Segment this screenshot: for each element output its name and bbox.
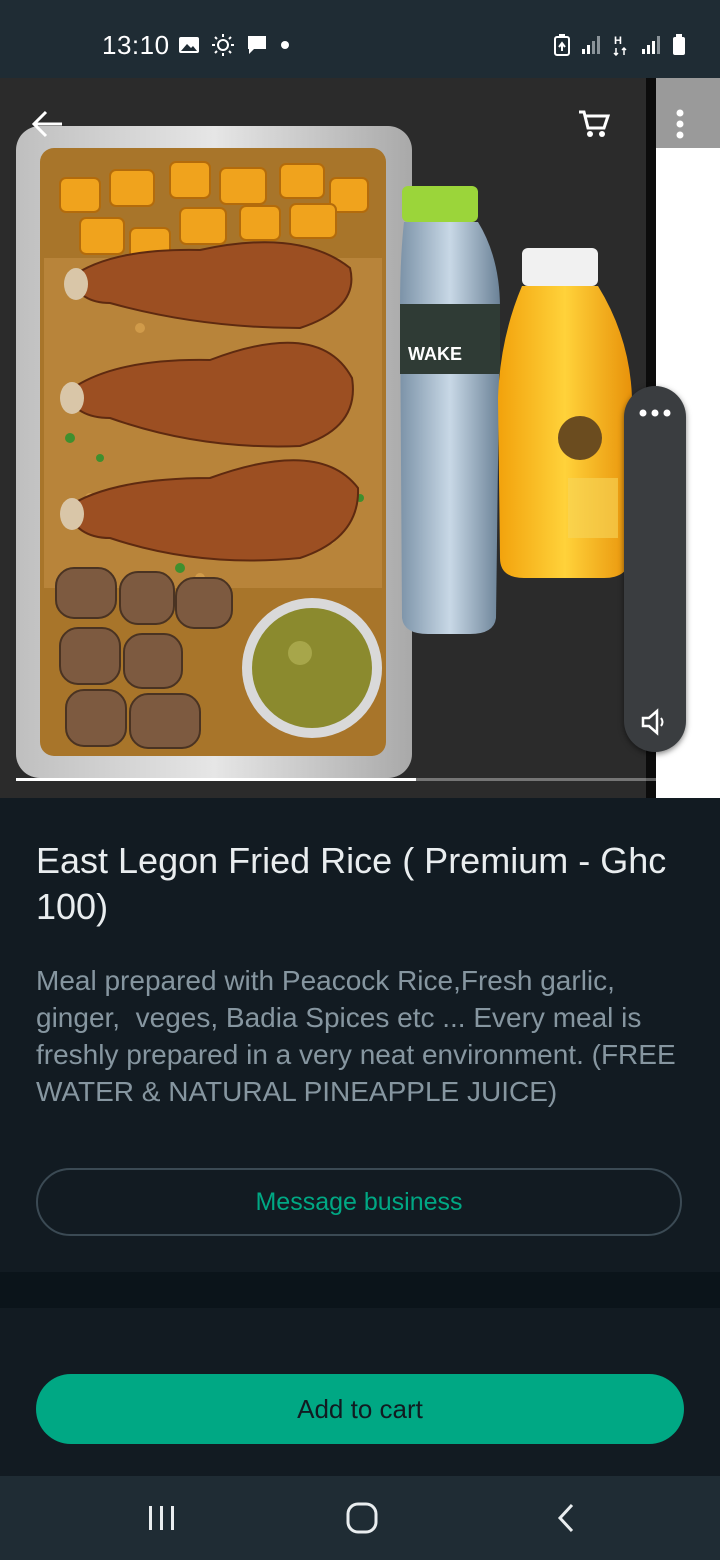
message-business-button[interactable]: Message business (36, 1168, 682, 1236)
recents-icon (149, 1506, 174, 1530)
chevron-left-icon (557, 1503, 574, 1533)
signal-icon (582, 36, 600, 54)
status-bar: 13:10 H (0, 0, 720, 78)
home-icon (346, 1502, 378, 1534)
chat-icon (248, 36, 266, 54)
product-info: East Legon Fried Rice ( Premium - Ghc 10… (0, 798, 720, 1272)
product-title: East Legon Fried Rice ( Premium - Ghc 10… (36, 840, 667, 927)
more-options-button[interactable] (656, 100, 704, 148)
add-to-cart-button[interactable]: Add to cart (36, 1374, 684, 1444)
food-image: WAKE (0, 78, 720, 798)
data-h-icon: H (613, 35, 627, 56)
status-right-icons: H (554, 34, 686, 56)
back-arrow-icon (32, 110, 62, 138)
status-time: 13:10 (102, 30, 170, 60)
gallery-icon (179, 37, 199, 53)
more-horizontal-icon[interactable] (639, 408, 671, 418)
svg-text:WAKE: WAKE (408, 344, 462, 364)
battery-saver-icon (554, 34, 570, 56)
section-separator (0, 1272, 720, 1308)
carousel-progress (16, 778, 706, 781)
signal-icon (642, 36, 660, 54)
dot-icon (281, 41, 289, 49)
carousel-progress-fill (16, 778, 417, 781)
cart-section: Add to cart (0, 1308, 720, 1476)
cart-button[interactable] (570, 100, 618, 148)
product-description: Meal prepared with Peacock Rice,Fresh ga… (36, 965, 684, 1107)
product-photo[interactable]: WAKE (0, 78, 720, 798)
battery-icon (673, 34, 685, 55)
home-button[interactable] (332, 1490, 392, 1546)
recent-apps-button[interactable] (132, 1490, 192, 1546)
more-vertical-icon (676, 109, 684, 139)
cart-icon (579, 110, 610, 137)
svg-text:H: H (614, 35, 622, 47)
back-nav-button[interactable] (536, 1490, 596, 1546)
volume-icon[interactable] (640, 708, 668, 736)
back-button[interactable] (24, 100, 72, 148)
brightness-icon (212, 34, 234, 56)
system-nav-bar (0, 1476, 720, 1560)
status-left-icons (178, 34, 290, 56)
volume-panel[interactable] (624, 386, 686, 752)
